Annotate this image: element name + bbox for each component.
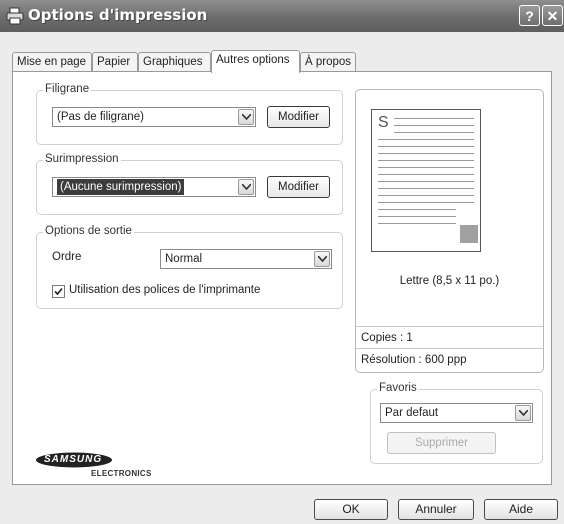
- close-icon: ✕: [546, 8, 559, 24]
- paper-thumbnail: S: [371, 109, 481, 252]
- output-options-label: Options de sortie: [43, 225, 134, 237]
- paper-line: [394, 125, 474, 126]
- overlay-group: Surimpression (Aucune surimpression) Mod…: [36, 153, 343, 215]
- print-options-dialog: Options d'impression ? ✕ Mise en page Pa…: [0, 0, 564, 524]
- samsung-logo: SAMSUNG ELECTRONICS: [35, 452, 151, 482]
- paper-line: [378, 209, 456, 210]
- window-title: Options d'impression: [28, 6, 208, 24]
- favorites-group: Favoris Par defaut Supprimer: [370, 382, 543, 464]
- watermark-select-value: (Pas de filigrane): [57, 111, 144, 123]
- chevron-down-icon[interactable]: [314, 251, 330, 267]
- paper-line: [378, 167, 474, 168]
- order-select[interactable]: Normal: [160, 249, 332, 269]
- copies-label: Copies : 1: [361, 332, 413, 344]
- brand-sub: ELECTRONICS: [91, 469, 152, 478]
- tab-panel: Filigrane (Pas de filigrane) Modifier Su…: [12, 71, 552, 485]
- title-bar[interactable]: Options d'impression ? ✕: [0, 0, 564, 32]
- overlay-edit-button[interactable]: Modifier: [267, 176, 330, 198]
- paper-line: [378, 188, 474, 189]
- tab-a-propos[interactable]: À propos: [300, 52, 356, 72]
- printer-fonts-checkbox[interactable]: [52, 285, 65, 298]
- paper-line: [378, 181, 474, 182]
- favorites-select-value: Par defaut: [385, 407, 439, 419]
- chevron-down-icon[interactable]: [238, 179, 254, 195]
- overlay-select-value: (Aucune surimpression): [57, 179, 185, 195]
- paper-size-label: Lettre (8,5 x 11 po.): [399, 275, 500, 287]
- watermark-group: Filigrane (Pas de filigrane) Modifier: [36, 83, 343, 145]
- watermark-select[interactable]: (Pas de filigrane): [52, 107, 256, 127]
- chevron-down-icon[interactable]: [515, 405, 531, 421]
- checkmark-icon: [54, 287, 63, 296]
- paper-line: [378, 153, 474, 154]
- paper-line: [378, 160, 474, 161]
- chevron-down-icon[interactable]: [238, 109, 254, 125]
- help-button[interactable]: Aide: [484, 499, 558, 520]
- tab-graphiques[interactable]: Graphiques: [138, 52, 211, 72]
- tab-autres-options[interactable]: Autres options: [211, 50, 300, 73]
- order-select-value: Normal: [165, 253, 203, 265]
- printer-fonts-label[interactable]: Utilisation des polices de l'imprimante: [69, 284, 260, 296]
- paper-line: [378, 195, 474, 196]
- cancel-button[interactable]: Annuler: [398, 499, 474, 520]
- tab-papier[interactable]: Papier: [92, 52, 138, 72]
- page-preview: S Lettre (8,5 x 11 po.) Copies : 1 Résol…: [355, 89, 544, 373]
- watermark-group-label: Filigrane: [43, 83, 92, 95]
- paper-line: [394, 118, 474, 119]
- watermark-edit-button[interactable]: Modifier: [267, 106, 330, 128]
- favorites-select[interactable]: Par defaut: [380, 403, 533, 423]
- order-label: Ordre: [52, 251, 82, 263]
- overlay-thumbnail: [460, 225, 478, 243]
- paper-line: [378, 216, 456, 217]
- output-options-group: Options de sortie Ordre Normal Utilisati…: [36, 225, 343, 309]
- brand-name: SAMSUNG: [44, 454, 103, 465]
- paper-letter: S: [378, 114, 389, 131]
- overlay-select[interactable]: (Aucune surimpression): [52, 177, 256, 197]
- tab-mise-en-page[interactable]: Mise en page: [12, 52, 92, 72]
- paper-line: [378, 146, 474, 147]
- close-button[interactable]: ✕: [542, 5, 563, 26]
- paper-line: [378, 139, 474, 140]
- help-title-button[interactable]: ?: [519, 5, 540, 26]
- paper-line: [378, 223, 456, 224]
- delete-favorite-button[interactable]: Supprimer: [387, 432, 496, 454]
- paper-line: [378, 174, 474, 175]
- printer-icon: [6, 7, 24, 25]
- paper-line: [394, 132, 474, 133]
- resolution-label: Résolution : 600 ppp: [361, 354, 467, 366]
- overlay-group-label: Surimpression: [43, 153, 121, 165]
- paper-line: [378, 202, 474, 203]
- ok-button[interactable]: OK: [314, 499, 388, 520]
- favorites-group-label: Favoris: [377, 382, 419, 394]
